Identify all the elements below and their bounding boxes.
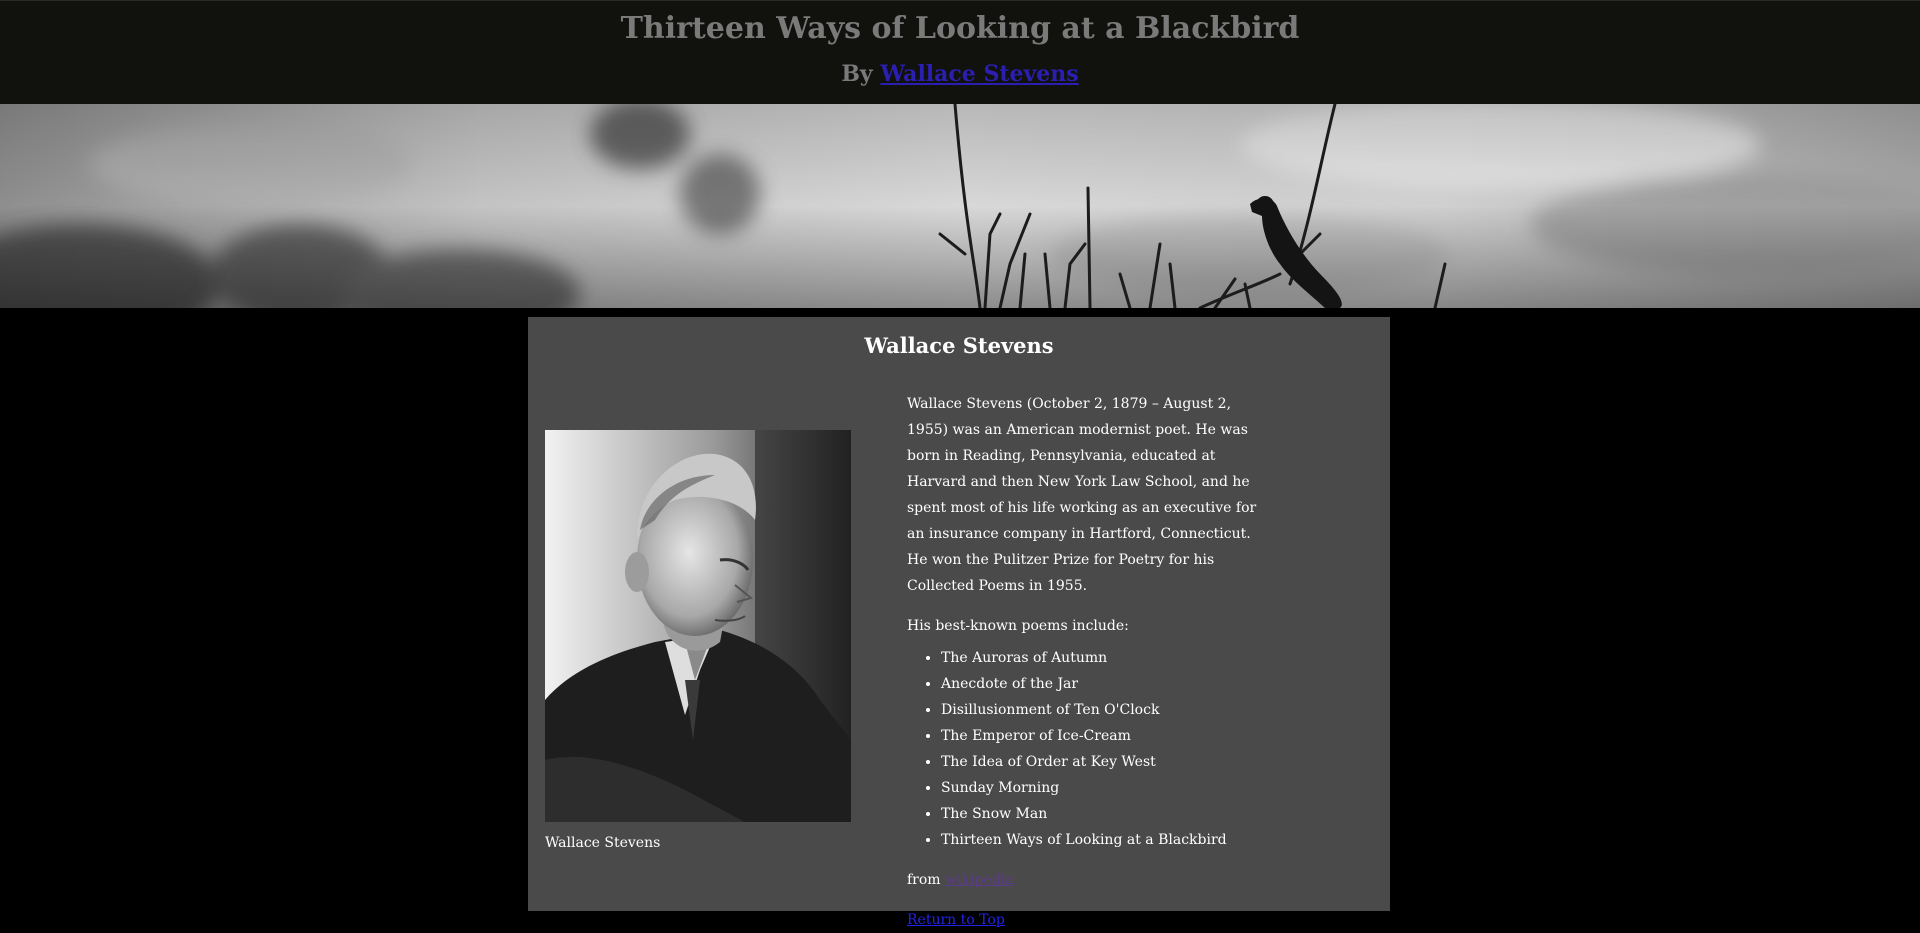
portrait-caption: Wallace Stevens xyxy=(545,835,661,851)
bio-column: Wallace Stevens (October 2, 1879 – Augus… xyxy=(907,391,1267,933)
poems-list: The Auroras of Autumn Anecdote of the Ja… xyxy=(907,645,1267,853)
poem-item: The Idea of Order at Key West xyxy=(941,749,1267,775)
byline: By Wallace Stevens xyxy=(0,61,1920,87)
source-prefix: from xyxy=(907,872,941,888)
wikipedia-link[interactable]: wikipedia xyxy=(945,872,1013,888)
return-to-top-link[interactable]: Return to Top xyxy=(907,912,1005,928)
poem-item: The Auroras of Autumn xyxy=(941,645,1267,671)
poem-item: Anecdote of the Jar xyxy=(941,671,1267,697)
poem-item: Disillusionment of Ten O'Clock xyxy=(941,697,1267,723)
poem-item: Sunday Morning xyxy=(941,775,1267,801)
blackbird-banner-image xyxy=(0,104,1920,308)
poems-list-lead: His best-known poems include: xyxy=(907,618,1129,634)
poem-item: Thirteen Ways of Looking at a Blackbird xyxy=(941,827,1267,853)
poem-item: The Emperor of Ice-Cream xyxy=(941,723,1267,749)
wallace-stevens-portrait xyxy=(545,430,851,822)
return-line: Return to Top xyxy=(907,907,1267,933)
byline-prefix: By xyxy=(841,61,873,87)
author-card: Wallace Stevens Wallace Stevens Wallace … xyxy=(528,317,1390,928)
author-link[interactable]: Wallace Stevens xyxy=(880,61,1078,87)
bio-paragraph: Wallace Stevens (October 2, 1879 – Augus… xyxy=(907,396,1257,594)
poem-item: The Snow Man xyxy=(941,801,1267,827)
site-header: Thirteen Ways of Looking at a Blackbird … xyxy=(0,0,1920,104)
page-title: Thirteen Ways of Looking at a Blackbird xyxy=(620,11,1300,46)
card-title: Wallace Stevens xyxy=(864,333,1054,358)
source-line: from wikipedia xyxy=(907,867,1267,893)
